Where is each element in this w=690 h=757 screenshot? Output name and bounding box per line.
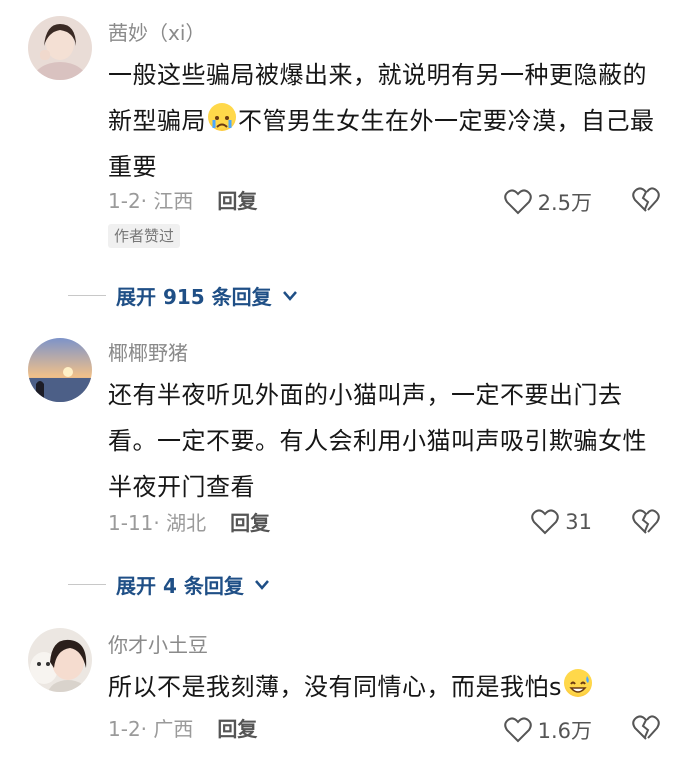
comment-text: 还有半夜听见外面的小猫叫声，一定不要出门去看。一定不要。有人会利用小猫叫声吸引欺… (108, 381, 647, 501)
comment-meta: 1-2· 江西 回复 (108, 188, 257, 214)
dislike-button[interactable] (632, 715, 660, 745)
comment-meta: 1-2· 广西 回复 (108, 716, 257, 742)
crying-face-icon (208, 103, 236, 131)
like-button[interactable]: 31 (531, 509, 592, 535)
chevron-down-icon (282, 290, 297, 301)
comment-date-location: 1-11· 湖北 (108, 511, 207, 535)
like-button[interactable]: 1.6万 (503, 715, 592, 745)
comment-username[interactable]: 茜妙（xi） (108, 20, 205, 46)
heart-icon (503, 717, 532, 743)
divider (68, 584, 106, 585)
avatar[interactable] (28, 338, 92, 402)
author-liked-badge: 作者赞过 (108, 224, 181, 248)
broken-heart-icon (632, 715, 660, 740)
comment-item: 椰椰野猪 还有半夜听见外面的小猫叫声，一定不要出门去看。一定不要。有人会利用小猫… (0, 330, 690, 610)
dislike-button[interactable] (632, 509, 660, 539)
chevron-down-icon (254, 579, 269, 590)
like-count: 31 (565, 510, 592, 534)
like-count: 1.6万 (537, 719, 592, 743)
comment-text: 一般这些骗局被爆出来，就说明有另一种更隐蔽的新型骗局 不管男生女生在外一定要冷漠，… (108, 52, 668, 190)
expand-replies-label: 展开 4 条回复 (116, 574, 244, 598)
reply-button[interactable]: 回复 (230, 511, 270, 535)
comment-text: 所以不是我刻薄，没有同情心，而是我怕s (108, 664, 668, 710)
expand-replies-link[interactable]: 展开 915 条回复 (68, 281, 298, 310)
dislike-button[interactable] (632, 187, 660, 217)
expand-replies-label: 展开 915 条回复 (116, 285, 272, 309)
avatar[interactable] (28, 16, 92, 80)
grinning-sweat-face-icon (564, 669, 593, 697)
expand-replies-link[interactable]: 展开 4 条回复 (68, 570, 270, 599)
heart-icon (503, 189, 532, 215)
comment-username[interactable]: 你才小土豆 (108, 632, 208, 658)
heart-icon (531, 509, 560, 535)
divider (68, 295, 106, 296)
broken-heart-icon (632, 509, 660, 534)
comment-text-part: 所以不是我刻薄，没有同情心，而是我怕s (108, 673, 563, 701)
comment-username[interactable]: 椰椰野猪 (108, 340, 188, 366)
comment-date-location: 1-2· 江西 (108, 189, 194, 213)
reply-button[interactable]: 回复 (217, 717, 257, 741)
avatar[interactable] (28, 628, 92, 692)
reply-button[interactable]: 回复 (217, 189, 257, 213)
broken-heart-icon (632, 187, 660, 212)
comment-item: 茜妙（xi） 一般这些骗局被爆出来，就说明有另一种更隐蔽的新型骗局 不管男生女生在… (0, 0, 690, 309)
comment-meta: 1-11· 湖北 回复 (108, 510, 270, 536)
like-button[interactable]: 2.5万 (503, 187, 592, 217)
like-count: 2.5万 (537, 191, 592, 215)
comment-item: 你才小土豆 所以不是我刻薄，没有同情心，而是我怕s 1-2· 广西 回复 1.6万 (0, 620, 690, 757)
comment-date-location: 1-2· 广西 (108, 717, 194, 741)
